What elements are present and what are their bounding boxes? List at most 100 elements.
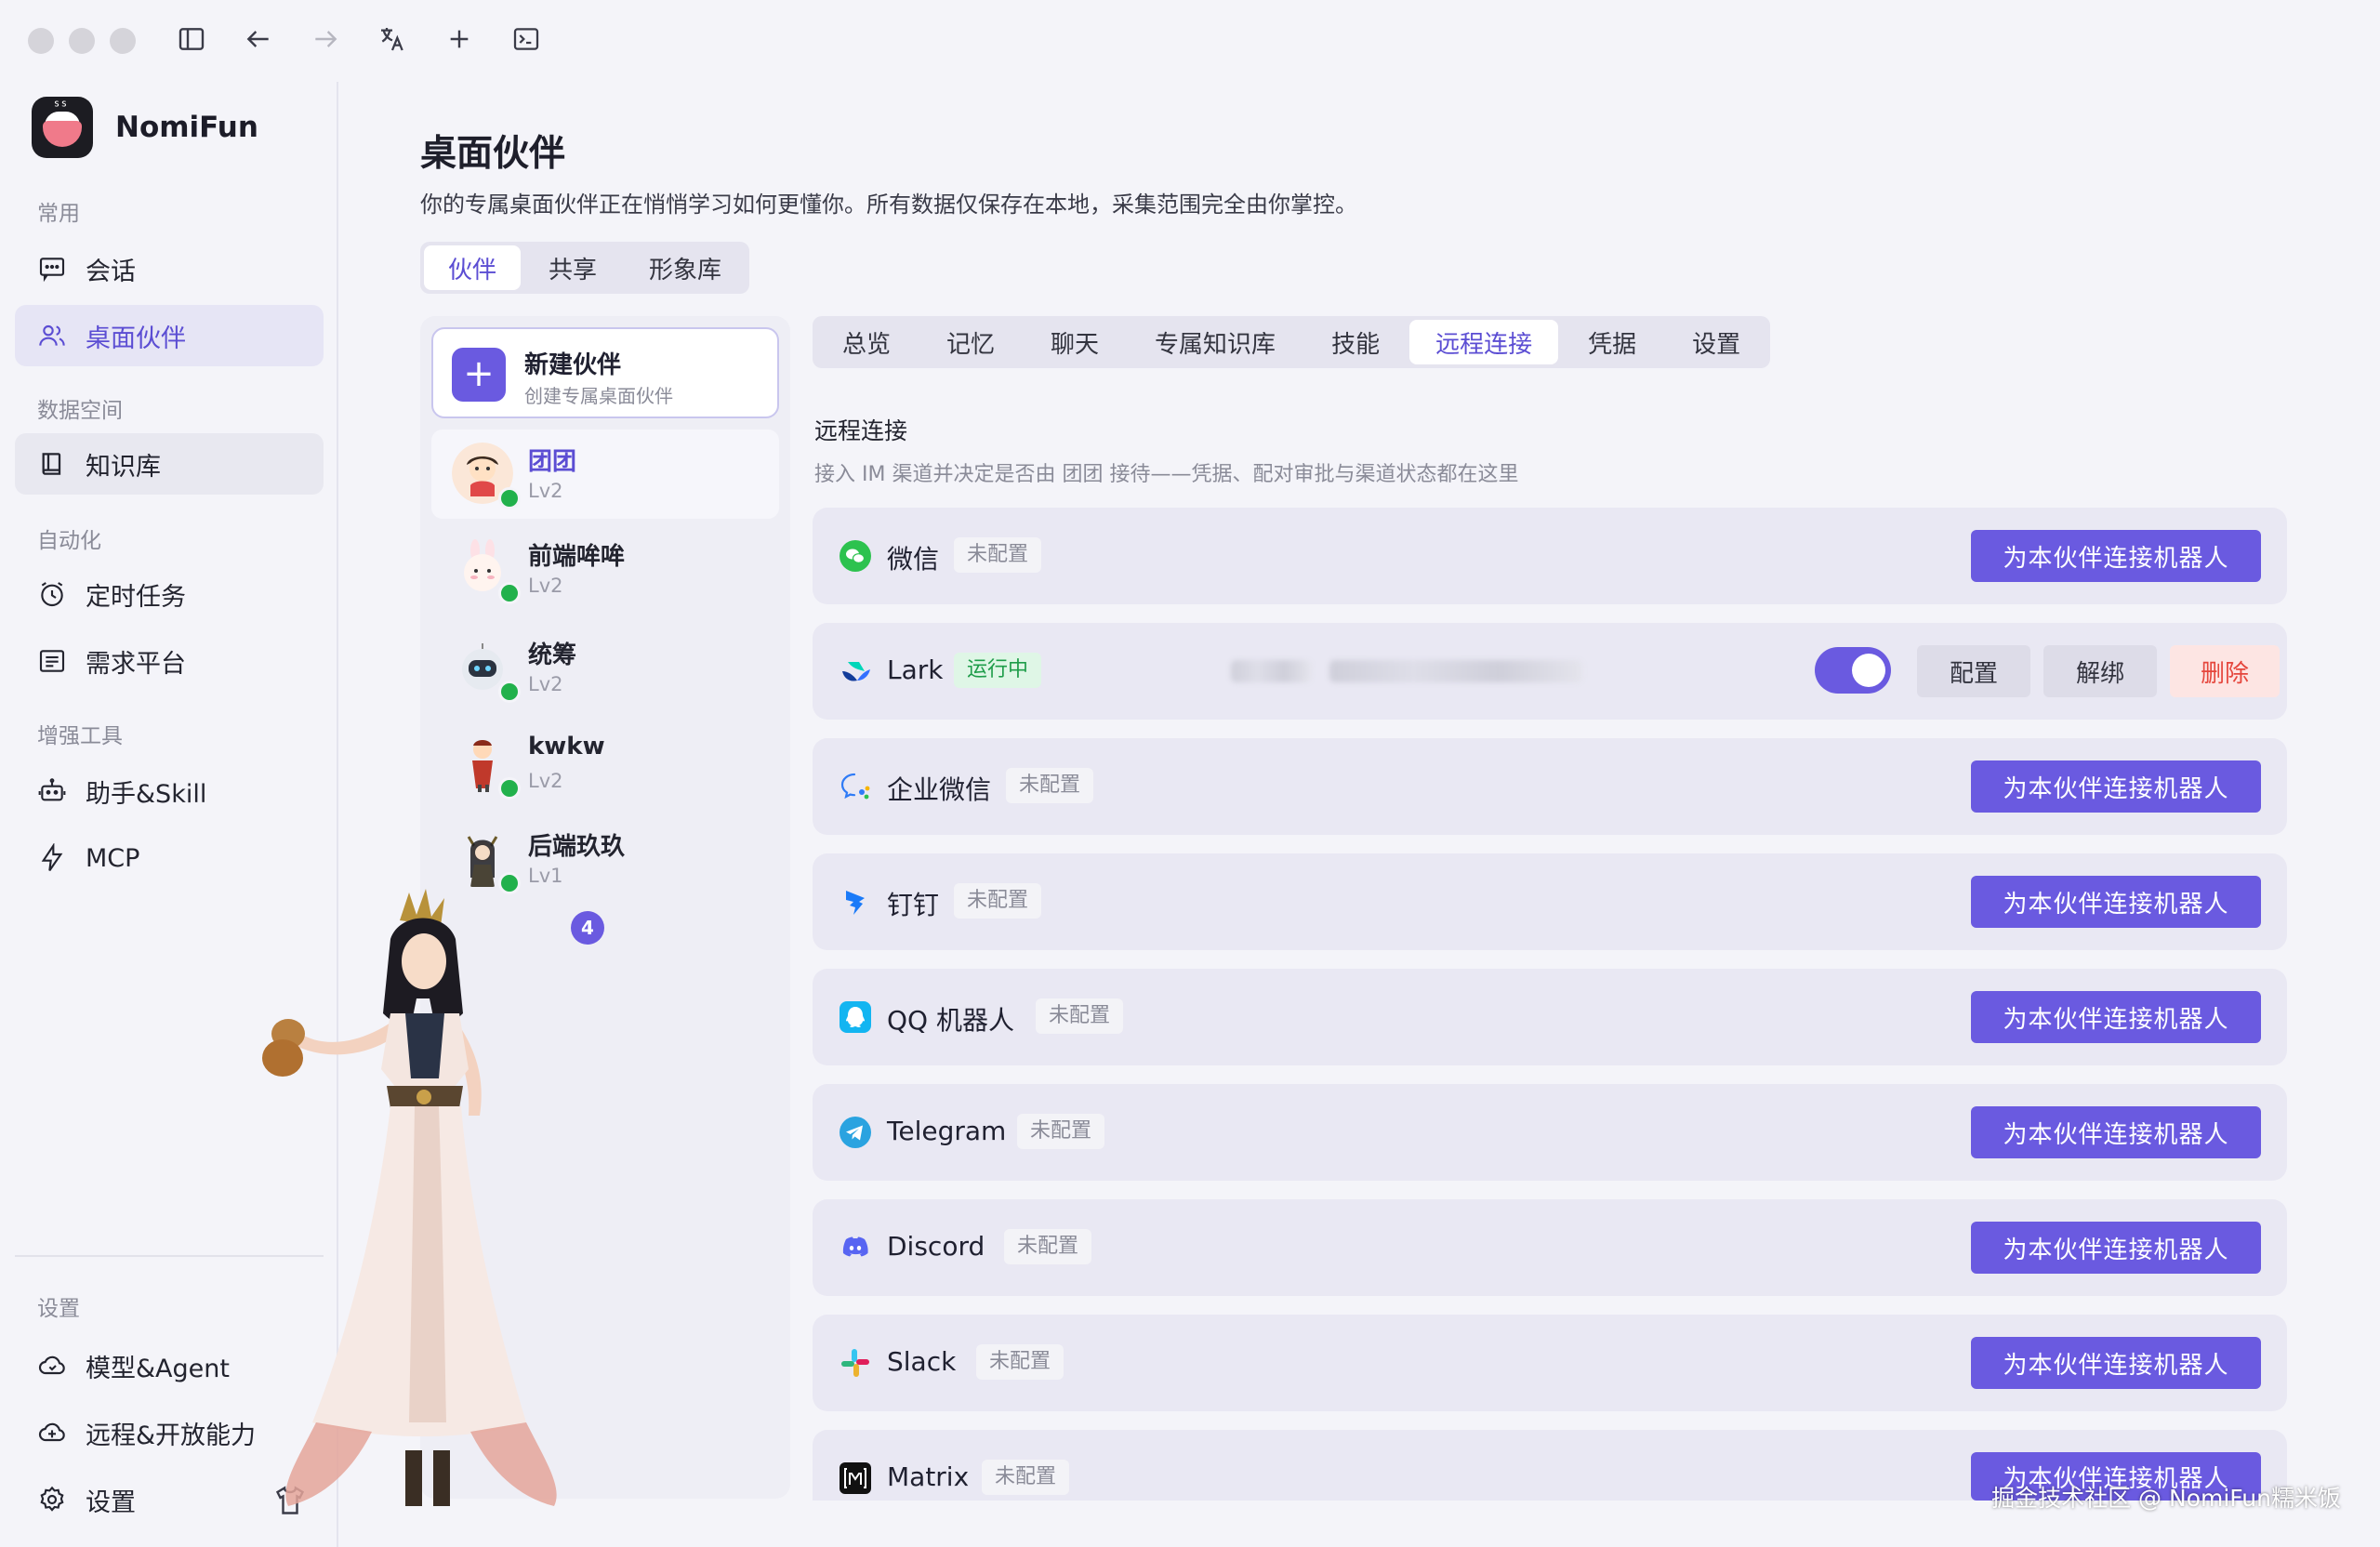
tab-remote-connection[interactable]: 远程连接 (1409, 320, 1559, 364)
companion-item[interactable]: 统筹 Lv2 (431, 623, 779, 712)
redacted-info (1329, 660, 1582, 682)
sidebar-item-schedule[interactable]: 定时任务 (15, 563, 324, 625)
section-description: 接入 IM 渠道并决定是否由 团团 接待——凭据、配对审批与渠道状态都在这里 (814, 463, 1519, 486)
delete-button[interactable]: 删除 (2170, 645, 2280, 697)
tab-credentials[interactable]: 凭据 (1562, 320, 1662, 364)
sidebar-item-label: 需求平台 (86, 649, 186, 679)
tab-knowledge-base[interactable]: 专属知识库 (1129, 320, 1302, 364)
tab-memory[interactable]: 记忆 (920, 320, 1021, 364)
companion-level: Lv2 (528, 480, 563, 502)
status-badge: 未配置 (1006, 768, 1094, 803)
channel-row-wechat: 微信 未配置 为本伙伴连接机器人 (813, 508, 2287, 604)
companion-name: 前端哞哞 (528, 543, 626, 571)
connect-bot-button[interactable]: 为本伙伴连接机器人 (1971, 1106, 2261, 1158)
page-description: 你的专属桌面伙伴正在悄悄学习如何更懂你。所有数据仅保存在本地，采集范围完全由你掌… (420, 192, 1357, 218)
desktop-companion-character[interactable] (251, 883, 604, 1547)
book-icon (42, 453, 61, 475)
close-window-button[interactable] (28, 28, 54, 54)
matrix-icon (840, 1462, 871, 1494)
channel-name: QQ 机器人 (887, 1005, 1014, 1036)
status-badge: 运行中 (954, 653, 1042, 688)
tab-shared[interactable]: 共享 (524, 245, 621, 290)
companion-item[interactable]: kwkw Lv2 (431, 720, 779, 809)
connect-bot-button[interactable]: 为本伙伴连接机器人 (1971, 876, 2261, 928)
companion-level: Lv2 (528, 770, 563, 792)
section-label-tools: 增强工具 (37, 724, 123, 748)
back-arrow-icon[interactable] (238, 19, 279, 60)
new-companion-button[interactable]: + 新建伙伴 创建专属桌面伙伴 (431, 327, 779, 418)
channel-row-slack: Slack 未配置 为本伙伴连接机器人 (813, 1315, 2287, 1411)
sidebar-item-knowledge[interactable]: 知识库 (15, 433, 324, 495)
connect-bot-button[interactable]: 为本伙伴连接机器人 (1971, 760, 2261, 813)
channel-row-wecom: 企业微信 未配置 为本伙伴连接机器人 (813, 738, 2287, 835)
companion-item[interactable]: 团团 Lv2 (431, 430, 779, 519)
lark-icon (842, 662, 870, 681)
detail-tabs: 总览 记忆 聊天 专属知识库 技能 远程连接 凭据 设置 (813, 316, 1771, 368)
section-label-automation: 自动化 (37, 529, 101, 553)
terminal-icon[interactable] (506, 19, 547, 60)
tab-companions[interactable]: 伙伴 (424, 245, 522, 290)
connect-bot-button[interactable]: 为本伙伴连接机器人 (1971, 1337, 2261, 1389)
connect-bot-button[interactable]: 为本伙伴连接机器人 (1971, 1222, 2261, 1274)
translate-icon[interactable] (372, 19, 413, 60)
qq-bot-icon (840, 1001, 871, 1033)
sidebar-item-settings[interactable]: 设置 (15, 1469, 257, 1530)
discord-icon (842, 1236, 868, 1257)
tab-avatar-library[interactable]: 形象库 (625, 245, 746, 290)
online-status-dot (498, 681, 521, 703)
companion-item[interactable]: 前端哞哞 Lv2 (431, 524, 779, 614)
sidebar-item-requirements[interactable]: 需求平台 (15, 630, 324, 692)
plus-icon: + (452, 348, 506, 402)
connect-bot-button[interactable]: 为本伙伴连接机器人 (1971, 991, 2261, 1043)
chat-icon (39, 258, 65, 283)
minimize-window-button[interactable] (69, 28, 95, 54)
window-controls (28, 28, 136, 54)
status-badge: 未配置 (1004, 1229, 1092, 1264)
config-button[interactable]: 配置 (1917, 645, 2030, 697)
cloud-icon (38, 1355, 65, 1375)
tab-overview[interactable]: 总览 (816, 320, 917, 364)
unbind-button[interactable]: 解绑 (2043, 645, 2157, 697)
section-label-common: 常用 (37, 202, 80, 226)
sidebar-item-label: 会话 (86, 257, 136, 286)
tab-skills[interactable]: 技能 (1305, 320, 1406, 364)
companion-name: 统筹 (528, 641, 577, 669)
sidebar-item-chat[interactable]: 会话 (15, 238, 324, 299)
tab-chat[interactable]: 聊天 (1025, 320, 1125, 364)
status-badge: 未配置 (1017, 1114, 1105, 1149)
tab-settings[interactable]: 设置 (1666, 320, 1766, 364)
enable-toggle[interactable] (1815, 647, 1891, 694)
sidebar-item-label: 远程&开放能力 (86, 1421, 257, 1450)
section-label-settings: 设置 (37, 1297, 80, 1321)
forward-arrow-icon[interactable] (305, 19, 346, 60)
top-tabs: 伙伴 共享 形象库 (420, 242, 750, 294)
online-status-dot (498, 487, 521, 509)
sidebar-toggle-icon[interactable] (171, 19, 212, 60)
new-companion-subtitle: 创建专属桌面伙伴 (524, 385, 673, 407)
list-icon (39, 650, 65, 672)
connect-bot-button[interactable]: 为本伙伴连接机器人 (1971, 530, 2261, 582)
sidebar-item-label: MCP (86, 843, 140, 873)
sidebar-item-mcp[interactable]: MCP (15, 827, 324, 889)
sidebar-item-companion[interactable]: 桌面伙伴 (15, 305, 324, 366)
maximize-window-button[interactable] (110, 28, 136, 54)
companion-name: kwkw (528, 733, 605, 760)
section-title: 远程连接 (814, 417, 908, 444)
slack-icon (841, 1349, 869, 1377)
channel-name: Matrix (887, 1461, 970, 1492)
channel-row-qq: QQ 机器人 未配置 为本伙伴连接机器人 (813, 969, 2287, 1065)
new-tab-plus-icon[interactable] (439, 19, 480, 60)
channel-row-telegram: Telegram 未配置 为本伙伴连接机器人 (813, 1084, 2287, 1181)
channel-row-discord: Discord 未配置 为本伙伴连接机器人 (813, 1199, 2287, 1296)
sidebar-item-label: 定时任务 (86, 582, 186, 612)
users-icon (39, 324, 65, 346)
cloud-sync-icon (38, 1422, 65, 1442)
clock-icon (41, 582, 63, 607)
companion-level: Lv2 (528, 673, 563, 695)
page-title: 桌面伙伴 (420, 133, 566, 175)
sidebar-item-skills[interactable]: 助手&Skill (15, 760, 324, 822)
sidebar-item-label: 模型&Agent (86, 1354, 230, 1383)
companion-name: 后端玖玖 (528, 833, 626, 861)
app-window: ᔆᔆ NomiFun 常用 会话 桌面伙伴 数据空间 知识库 自动化 定时任务 (0, 0, 2380, 1547)
nomifun-logo-icon: ᔆᔆ (32, 97, 93, 158)
